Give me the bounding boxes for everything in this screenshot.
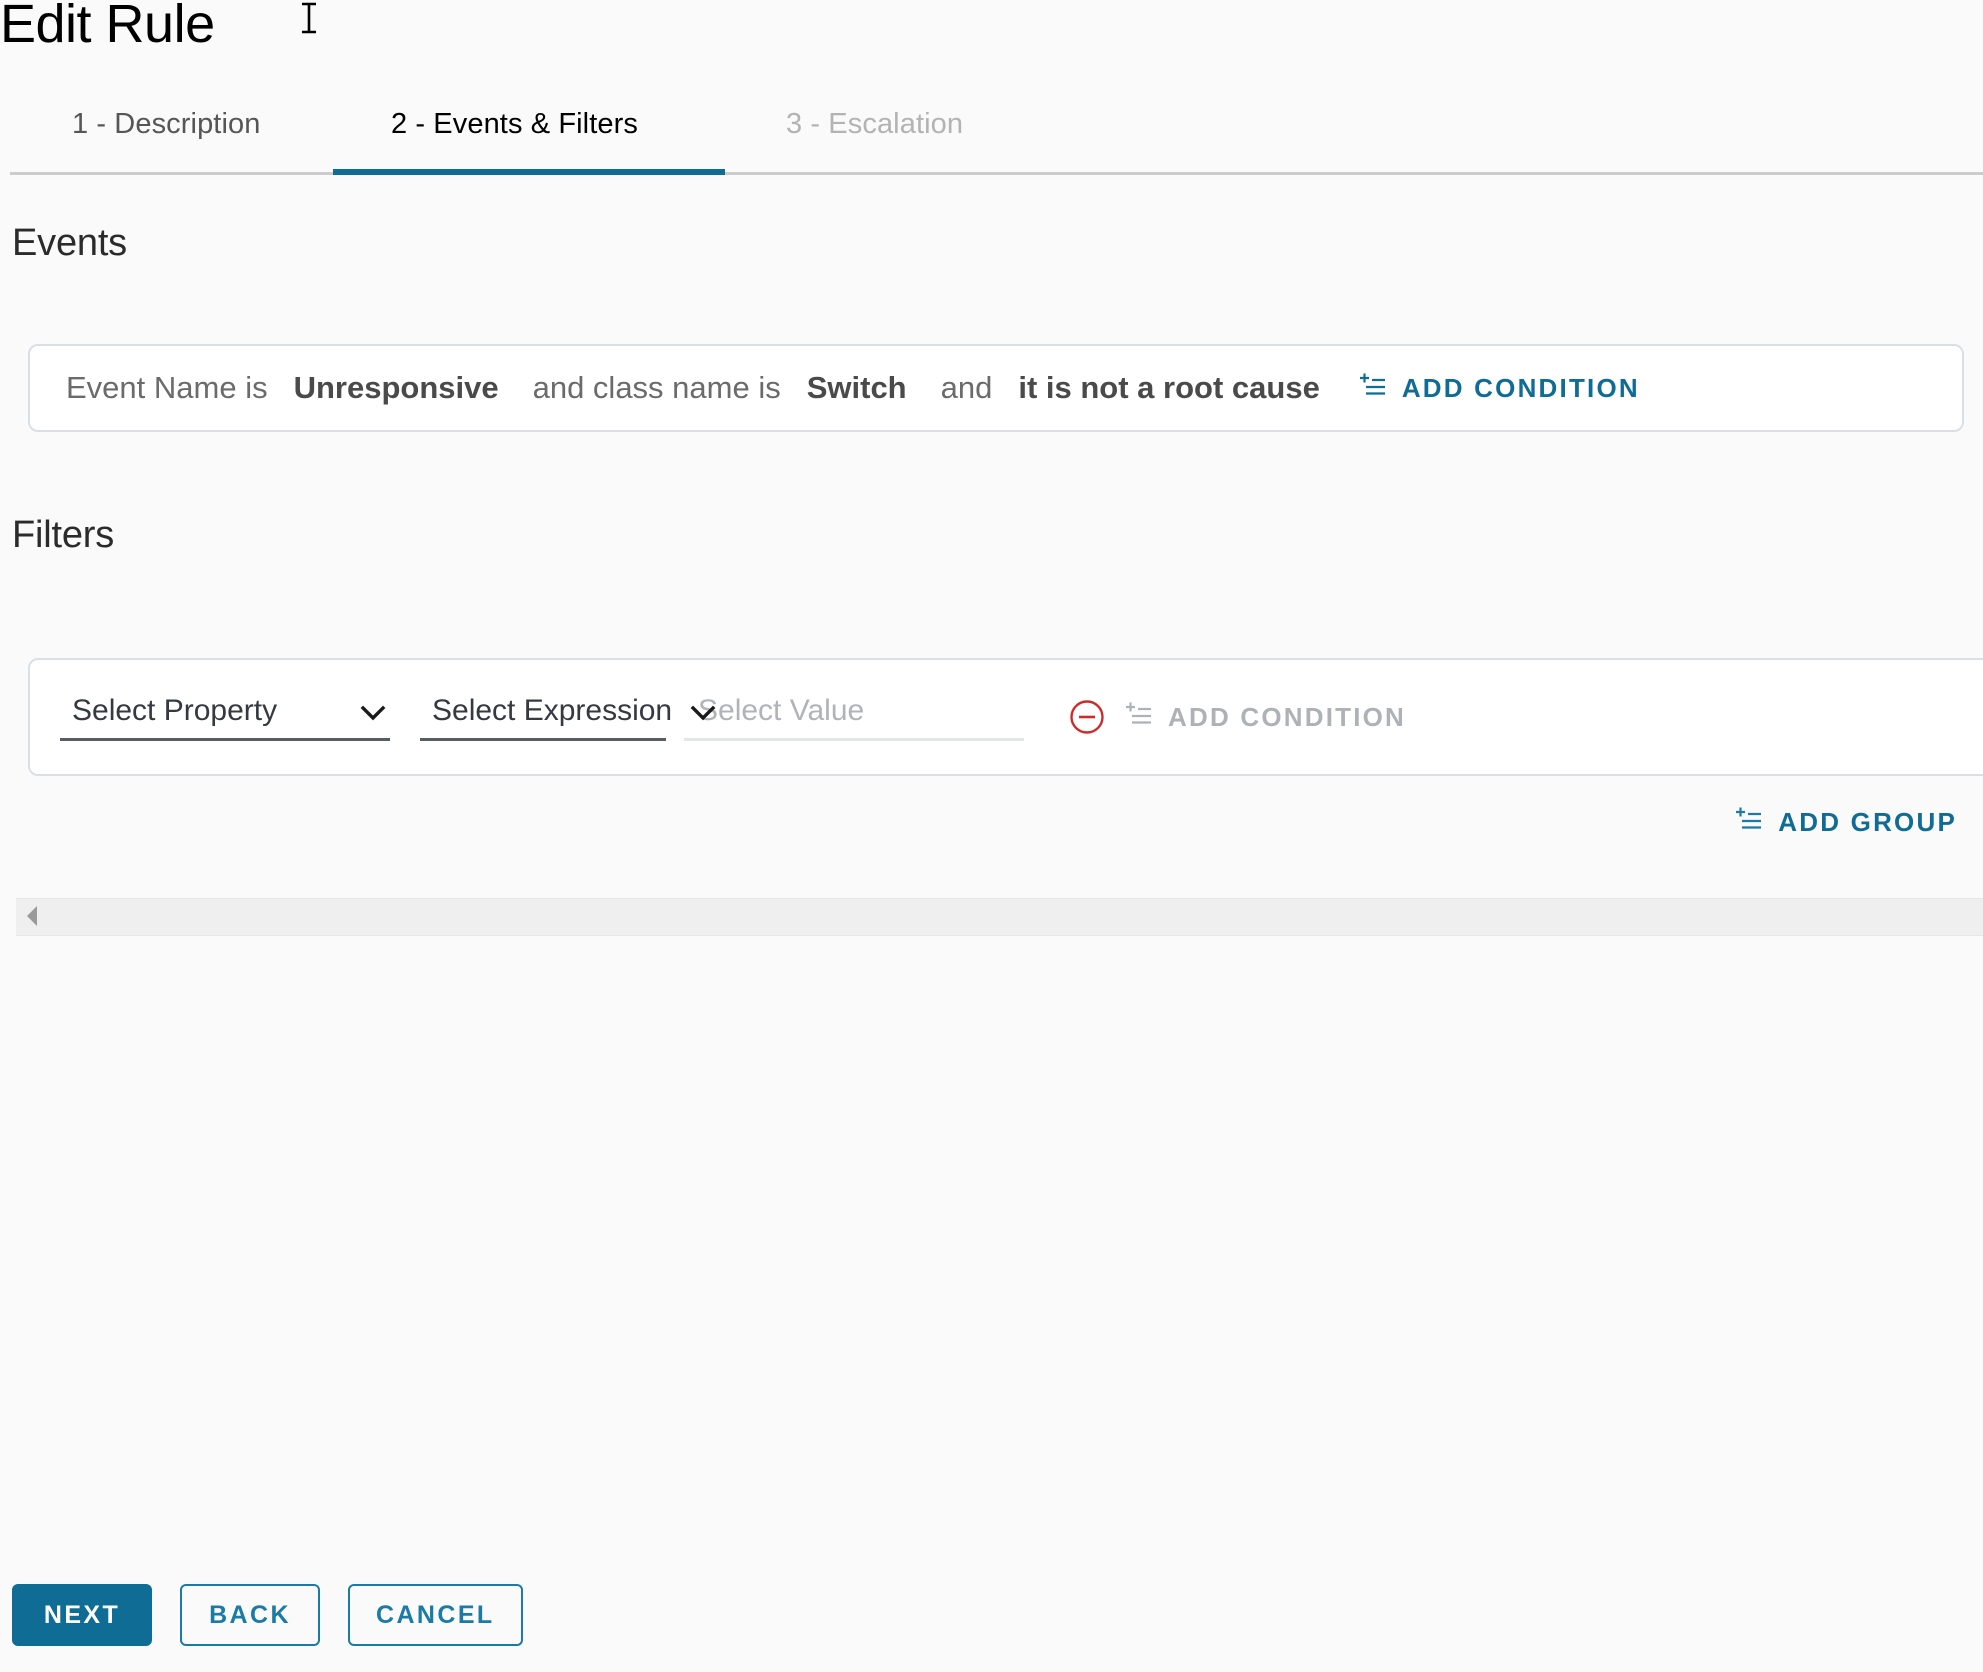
tab-events-filters[interactable]: 2 - Events & Filters	[385, 100, 644, 175]
next-button[interactable]: NEXT	[12, 1584, 152, 1646]
conjunction-and: and	[940, 370, 993, 405]
tabs-baseline	[10, 172, 1983, 175]
add-group-label: ADD GROUP	[1778, 807, 1957, 837]
text-cursor-icon	[298, 2, 320, 42]
tab-description[interactable]: 1 - Description	[66, 100, 266, 175]
tab-escalation[interactable]: 3 - Escalation	[780, 100, 969, 175]
scrollbar-left-arrow-button[interactable]	[16, 898, 50, 936]
add-list-icon	[1732, 806, 1762, 839]
active-tab-indicator	[333, 169, 725, 175]
caret-left-icon	[25, 905, 41, 930]
root-cause-value[interactable]: it is not a root cause	[1018, 370, 1319, 406]
class-name-label: and class name is	[532, 370, 781, 405]
add-list-icon	[1122, 701, 1152, 734]
events-condition-card: Event Name is Unresponsive and class nam…	[28, 344, 1964, 432]
back-button[interactable]: BACK	[180, 1584, 320, 1646]
minus-circle-icon	[1068, 698, 1106, 736]
select-value-input[interactable]	[684, 693, 1024, 741]
events-heading: Events	[12, 222, 127, 264]
add-condition-label: ADD CONDITION	[1168, 701, 1407, 732]
event-name-value[interactable]: Unresponsive	[294, 370, 499, 406]
select-expression-value: Select Expression	[432, 693, 673, 727]
page-title: Edit Rule	[0, 0, 215, 54]
class-name-value[interactable]: Switch	[807, 370, 907, 406]
events-add-condition-button[interactable]: ADD CONDITION	[1354, 366, 1642, 411]
chevron-down-icon	[688, 703, 718, 728]
select-property-dropdown[interactable]: Select Property	[60, 694, 390, 741]
filters-condition-card: Select Property Select Expression Select…	[28, 658, 1983, 776]
add-list-icon	[1356, 372, 1386, 405]
edit-rule-page: Edit Rule 1 - Description 2 - Events & F…	[0, 0, 1983, 1672]
cancel-button[interactable]: CANCEL	[348, 1584, 523, 1646]
filters-heading: Filters	[12, 514, 115, 556]
add-group-container: ADD GROUP	[1730, 800, 1959, 845]
select-property-value: Select Property	[72, 693, 278, 727]
event-name-label: Event Name is	[66, 370, 268, 405]
filters-add-condition-button[interactable]: ADD CONDITION	[1120, 695, 1408, 740]
wizard-tabs: 1 - Description 2 - Events & Filters 3 -…	[0, 100, 1983, 175]
chevron-down-icon	[358, 703, 388, 728]
select-expression-dropdown[interactable]: Select Expression	[420, 694, 716, 741]
add-group-button[interactable]: ADD GROUP	[1730, 800, 1959, 845]
add-condition-label: ADD CONDITION	[1401, 372, 1640, 403]
wizard-footer: NEXT BACK CANCEL	[12, 1584, 523, 1646]
remove-condition-button[interactable]	[1068, 698, 1106, 736]
filters-horizontal-scrollbar[interactable]	[16, 898, 1983, 936]
